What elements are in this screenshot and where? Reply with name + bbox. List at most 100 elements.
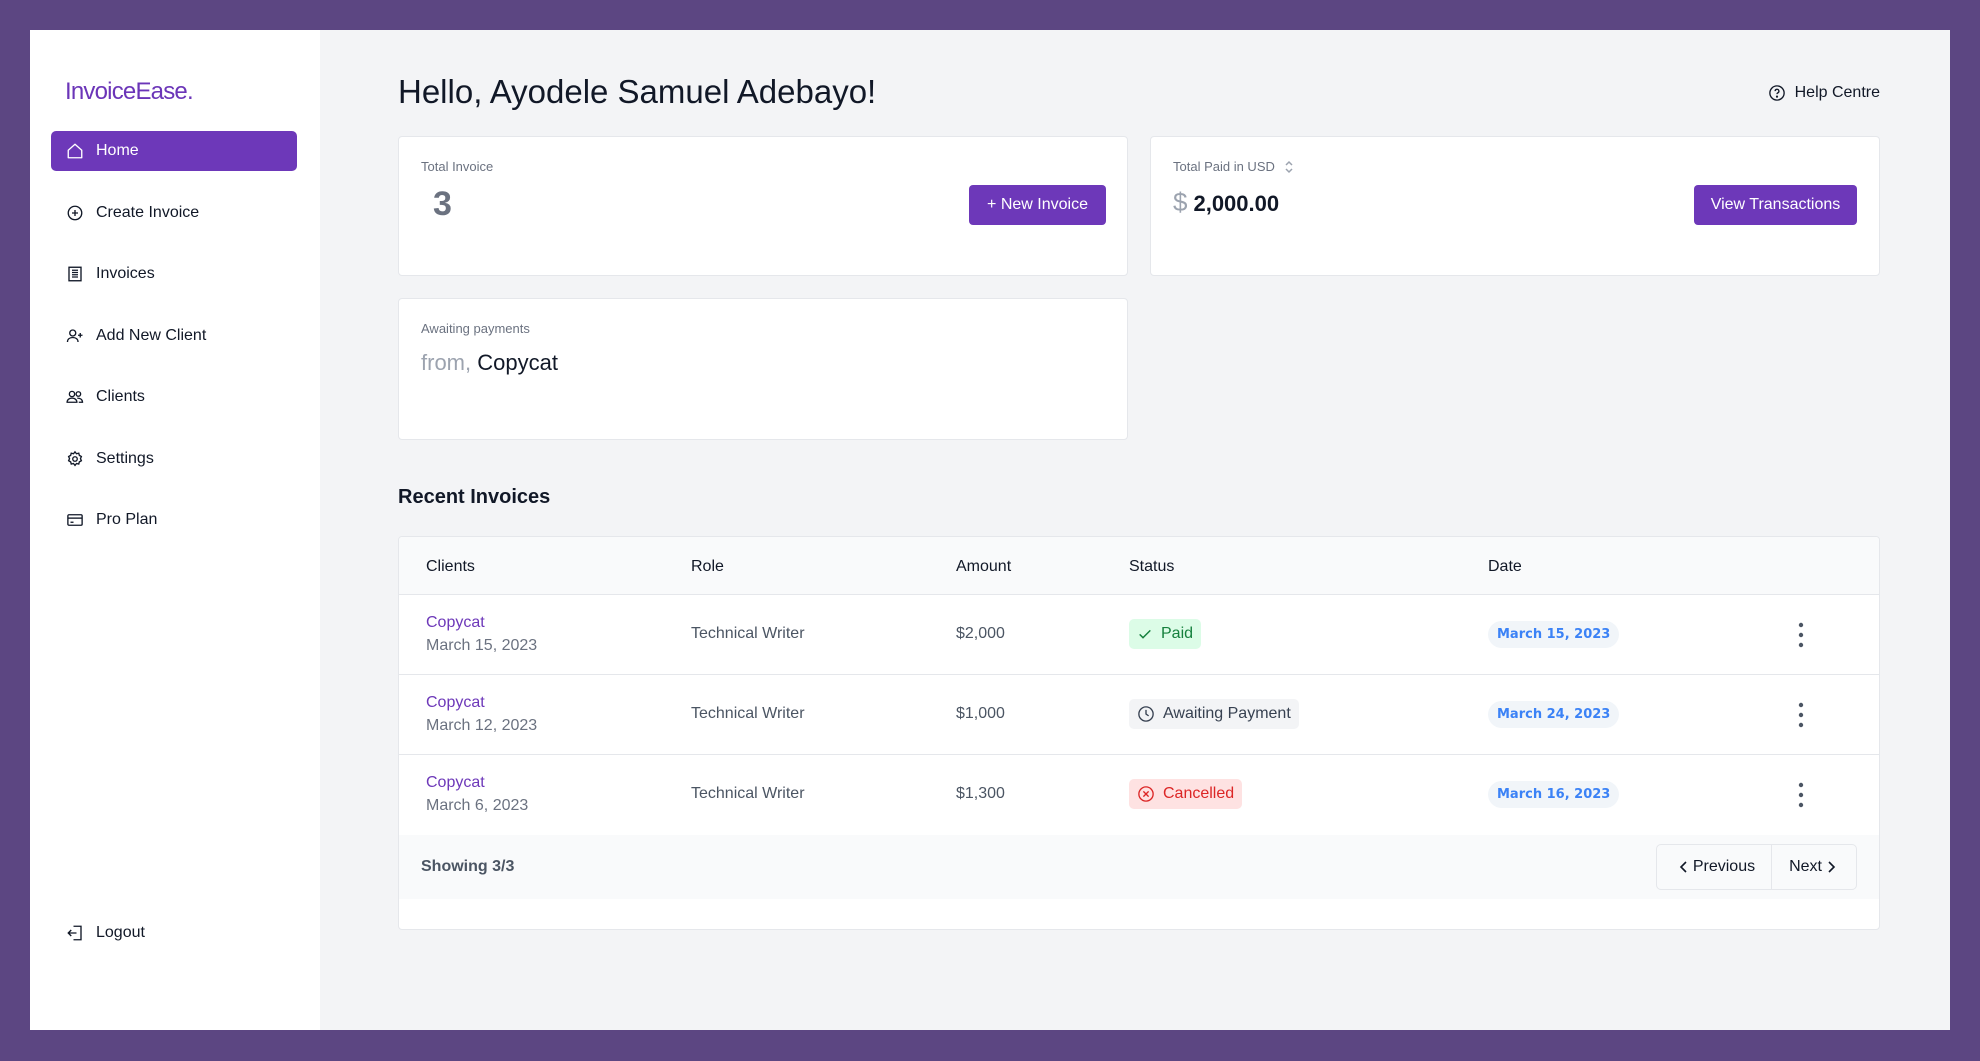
gear-icon <box>65 449 85 469</box>
client-name-link[interactable]: Copycat <box>426 774 528 792</box>
new-invoice-button[interactable]: + New Invoice <box>969 185 1106 225</box>
plus-circle-icon <box>65 203 85 223</box>
total-invoice-card: Total Invoice 3 + New Invoice <box>398 136 1128 276</box>
client-cell: Copycat March 6, 2023 <box>426 774 528 815</box>
total-paid-value: 2,000.00 <box>1193 191 1280 216</box>
sort-icon[interactable] <box>1283 160 1295 174</box>
column-header-date: Date <box>1488 558 1522 575</box>
amount-cell: $2,000 <box>956 625 1005 642</box>
page-title: Hello, Ayodele Samuel Adebayo! <box>398 73 877 110</box>
chevron-right-icon <box>1824 860 1838 874</box>
sidebar-item-settings[interactable]: Settings <box>51 439 297 479</box>
role-cell: Technical Writer <box>691 785 805 802</box>
row-menu-button[interactable] <box>1789 781 1813 814</box>
main-content: Hello, Ayodele Samuel Adebayo! Help Cent… <box>320 30 1950 1030</box>
status-label: Cancelled <box>1163 785 1235 802</box>
logout-button[interactable]: Logout <box>65 923 145 943</box>
app-window: InvoiceEase. Home Create Invoice Invoice… <box>30 30 1950 1030</box>
status-badge: Awaiting Payment <box>1129 699 1299 729</box>
awaiting-payments-label: Awaiting payments <box>421 321 530 336</box>
recent-invoices-title: Recent Invoices <box>398 486 551 508</box>
date-pill: March 15, 2023 <box>1488 621 1620 648</box>
column-header-clients: Clients <box>426 558 475 575</box>
logout-label: Logout <box>96 924 145 941</box>
client-cell: Copycat March 12, 2023 <box>426 694 537 735</box>
x-circle-icon <box>1137 785 1155 803</box>
total-paid-label-row: Total Paid in USD <box>1173 159 1295 174</box>
client-cell: Copycat March 15, 2023 <box>426 614 537 655</box>
clock-icon <box>1137 705 1155 723</box>
total-invoice-value: 3 <box>433 185 452 223</box>
total-invoice-label: Total Invoice <box>421 159 494 174</box>
amount-cell: $1,300 <box>956 785 1005 802</box>
sidebar-item-label: Clients <box>96 388 145 405</box>
table-row[interactable]: Copycat March 6, 2023 Technical Writer $… <box>399 755 1879 835</box>
table-row[interactable]: Copycat March 15, 2023 Technical Writer … <box>399 595 1879 675</box>
user-plus-icon <box>65 326 85 346</box>
date-pill: March 16, 2023 <box>1488 781 1620 808</box>
previous-button[interactable]: Previous <box>1657 845 1771 889</box>
awaiting-payments-card: Awaiting payments from, Copycat <box>398 298 1128 440</box>
help-centre-label: Help Centre <box>1794 84 1880 101</box>
sidebar-item-clients[interactable]: Clients <box>51 377 297 417</box>
check-icon <box>1137 626 1153 642</box>
sidebar-nav: Home Create Invoice Invoices Add New Cli… <box>51 131 297 562</box>
status-badge: Cancelled <box>1129 779 1243 809</box>
help-circle-icon <box>1768 84 1786 102</box>
status-cell: Paid <box>1129 619 1202 649</box>
sidebar: InvoiceEase. Home Create Invoice Invoice… <box>30 30 320 1030</box>
table-header: Clients Role Amount Status Date <box>399 537 1879 595</box>
sidebar-item-add-new-client[interactable]: Add New Client <box>51 316 297 356</box>
status-label: Paid <box>1161 625 1194 642</box>
client-date: March 6, 2023 <box>426 797 529 814</box>
sidebar-item-label: Add New Client <box>96 326 207 344</box>
table-row[interactable]: Copycat March 12, 2023 Technical Writer … <box>399 675 1879 755</box>
next-button[interactable]: Next <box>1771 845 1856 889</box>
sidebar-item-create-invoice[interactable]: Create Invoice <box>51 193 297 233</box>
pagination: Previous Next <box>1655 844 1857 890</box>
view-transactions-button[interactable]: View Transactions <box>1694 185 1857 225</box>
awaiting-from: from, Copycat <box>421 350 558 376</box>
home-icon <box>65 141 85 161</box>
sidebar-item-home[interactable]: Home <box>51 131 297 171</box>
next-label: Next <box>1789 858 1822 875</box>
sidebar-item-label: Settings <box>96 449 154 467</box>
more-vertical-icon <box>1789 702 1813 733</box>
status-cell: Awaiting Payment <box>1129 699 1299 729</box>
column-header-role: Role <box>691 558 724 575</box>
date-cell: March 15, 2023 <box>1488 621 1620 648</box>
total-paid-amount: $ 2,000.00 <box>1173 187 1279 218</box>
awaiting-from-prefix: from, <box>421 350 472 375</box>
status-badge: Paid <box>1129 619 1202 649</box>
sidebar-item-label: Pro Plan <box>96 511 158 528</box>
more-vertical-icon <box>1789 782 1813 813</box>
status-label: Awaiting Payment <box>1163 705 1291 722</box>
client-date: March 15, 2023 <box>426 637 538 654</box>
sidebar-item-label: Create Invoice <box>96 203 200 221</box>
total-paid-label: Total Paid in USD <box>1173 159 1275 174</box>
help-centre-link[interactable]: Help Centre <box>1768 84 1880 102</box>
role-cell: Technical Writer <box>691 625 805 642</box>
users-icon <box>65 387 85 407</box>
row-menu-button[interactable] <box>1789 701 1813 734</box>
status-cell: Cancelled <box>1129 779 1243 809</box>
sidebar-item-pro-plan[interactable]: Pro Plan <box>51 500 297 540</box>
amount-cell: $1,000 <box>956 705 1005 722</box>
client-name-link[interactable]: Copycat <box>426 614 537 632</box>
showing-count: Showing 3/3 <box>421 858 515 875</box>
awaiting-client-name: Copycat <box>477 350 558 375</box>
table-footer: Showing 3/3 Previous Next <box>399 835 1879 899</box>
app-logo[interactable]: InvoiceEase. <box>65 78 194 106</box>
row-menu-button[interactable] <box>1789 621 1813 654</box>
sidebar-item-label: Home <box>96 142 139 159</box>
client-date: March 12, 2023 <box>426 717 538 734</box>
chevron-left-icon <box>1677 860 1691 874</box>
more-vertical-icon <box>1789 622 1813 653</box>
date-cell: March 16, 2023 <box>1488 781 1620 808</box>
logout-icon <box>65 923 85 943</box>
sidebar-item-invoices[interactable]: Invoices <box>51 254 297 294</box>
date-pill: March 24, 2023 <box>1488 701 1620 728</box>
previous-label: Previous <box>1692 858 1756 875</box>
client-name-link[interactable]: Copycat <box>426 694 537 712</box>
invoice-icon <box>65 264 85 284</box>
